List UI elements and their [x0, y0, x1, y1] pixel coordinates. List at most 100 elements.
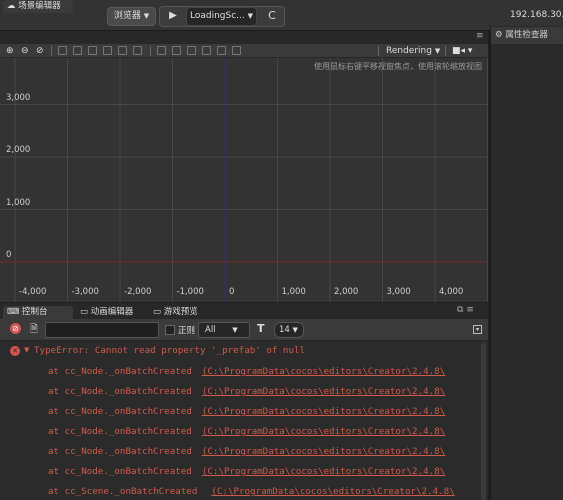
align-right-icon[interactable]	[133, 46, 142, 55]
distribute-right-icon[interactable]	[232, 46, 241, 55]
x-axis-tick-label: 0	[229, 287, 235, 297]
stack-link[interactable]: (C:\ProgramData\cocos\editors\Creator\2.…	[202, 446, 445, 457]
toolbar-divider	[150, 46, 151, 56]
log-level-select[interactable]: All ▼	[198, 322, 250, 338]
chevron-down-icon: ▼	[143, 12, 150, 20]
x-axis-tick-label: 4,000	[439, 287, 464, 297]
stack-link[interactable]: (C:\ProgramData\cocos\editors\Creator\2.…	[202, 426, 445, 437]
play-button[interactable]: ▶	[163, 7, 183, 26]
terminal-icon: ⌨	[7, 307, 20, 317]
stack-link[interactable]: (C:\ProgramData\cocos\editors\Creator\2.…	[202, 406, 445, 417]
scene-tab-bar	[0, 31, 488, 44]
tab-preview-label: 游戏预览	[163, 307, 198, 317]
y-axis-tick-label: 3,000	[6, 92, 31, 103]
zoom-out-icon[interactable]: ⊖	[21, 44, 29, 58]
error-icon: ✕	[10, 346, 20, 356]
tab-animation-label: 动画编辑器	[90, 307, 134, 317]
stack-frame: at cc_Node._onBatchCreated	[48, 466, 192, 477]
log-level-value: All	[205, 325, 216, 335]
distribute-vcenter-icon[interactable]	[172, 46, 181, 55]
y-axis-tick-label: 0	[6, 250, 12, 260]
tab-inspector[interactable]: ⚙ 属性检查器	[491, 27, 563, 44]
tab-console-label: 控制台	[21, 307, 48, 317]
tab-console[interactable]: ⌨ 控制台	[3, 306, 73, 319]
x-axis-tick-label: -4,000	[19, 287, 47, 297]
tab-game-preview[interactable]: ▭ 游戏预览	[149, 306, 213, 319]
chevron-down-icon: ▼	[434, 47, 441, 55]
inspector-panel	[490, 26, 563, 500]
font-size-value: 14	[279, 325, 290, 335]
align-bottom-icon[interactable]	[88, 46, 97, 55]
stack-link[interactable]: (C:\ProgramData\cocos\editors\Creator\2.…	[202, 466, 445, 477]
tab-animation-editor[interactable]: ▭ 动画编辑器	[76, 306, 146, 319]
x-axis-tick-label: 3,000	[386, 287, 411, 297]
chevron-down-icon: ▼	[292, 326, 298, 334]
browser-select-label: 浏览器	[113, 11, 141, 21]
stack-line: at cc_Node._onBatchCreated (C:\ProgramDat…	[48, 406, 445, 417]
stack-frame: at cc_Scene._onBatchCreated	[48, 486, 198, 497]
toolbar-divider	[445, 46, 446, 56]
regex-label: 正则	[178, 326, 196, 336]
stack-link[interactable]: (C:\ProgramData\cocos\editors\Creator\2.…	[202, 366, 445, 377]
toolbar-divider	[51, 46, 52, 56]
align-vcenter-icon[interactable]	[73, 46, 82, 55]
chevron-down-icon: ▼	[232, 326, 238, 334]
film-icon: ▭	[80, 307, 89, 317]
stack-frame: at cc_Node._onBatchCreated	[48, 446, 192, 457]
camera-icon[interactable]: ■◂ ▾	[452, 44, 472, 58]
stack-line: at cc_Node._onBatchCreated (C:\ProgramDat…	[48, 386, 445, 397]
stack-line: at cc_Node._onBatchCreated (C:\ProgramDat…	[48, 446, 445, 457]
open-log-file-icon[interactable]: 🗎	[30, 322, 38, 339]
zoom-in-icon[interactable]: ⊕	[6, 44, 14, 58]
align-top-icon[interactable]	[58, 46, 67, 55]
error-message[interactable]: TypeError: Cannot read property '_prefab…	[34, 345, 305, 356]
stack-frame: at cc_Node._onBatchCreated	[48, 366, 192, 377]
cloud-icon: ☁	[7, 1, 16, 11]
stack-frame: at cc_Node._onBatchCreated	[48, 406, 192, 417]
stack-frame: at cc_Node._onBatchCreated	[48, 426, 192, 437]
y-axis-tick-label: 2,000	[6, 145, 31, 155]
play-icon: ▶	[169, 10, 177, 21]
distribute-bottom-icon[interactable]	[187, 46, 196, 55]
clear-console-icon[interactable]: ⊘	[10, 323, 21, 334]
toolbar-divider	[378, 46, 379, 56]
font-size-select[interactable]: 14 ▼	[274, 322, 304, 338]
stack-frame: at cc_Node._onBatchCreated	[48, 386, 192, 397]
preview-scene-value: LoadingSc...	[189, 11, 245, 21]
tab-scene-editor[interactable]: ☁ 场景编辑器	[3, 0, 73, 13]
bottom-tab-bar	[0, 303, 488, 319]
stack-link[interactable]: (C:\ProgramData\cocos\editors\Creator\2.…	[211, 486, 454, 497]
tab-scene-editor-label: 场景编辑器	[18, 1, 61, 11]
stack-line: at cc_Node._onBatchCreated (C:\ProgramDat…	[48, 366, 445, 377]
regex-checkbox[interactable]	[165, 325, 175, 335]
align-left-icon[interactable]	[103, 46, 112, 55]
stack-link[interactable]: (C:\ProgramData\cocos\editors\Creator\2.…	[202, 386, 445, 397]
render-mode-value: Rendering	[386, 46, 432, 56]
refresh-icon: C	[268, 9, 276, 22]
expand-arrow-icon[interactable]: ▼	[24, 346, 29, 354]
browser-select[interactable]: 浏览器 ▼	[107, 7, 156, 26]
ip-address-label: 192.168.30.1(	[510, 10, 563, 20]
zoom-fit-icon[interactable]: ⊘	[36, 44, 44, 58]
render-mode-select[interactable]: Rendering ▼	[386, 44, 440, 58]
preview-scene-select[interactable]: LoadingSc... ▼	[186, 7, 257, 26]
stack-line: at cc_Node._onBatchCreated (C:\ProgramDat…	[48, 466, 445, 477]
x-axis-tick-label: -3,000	[71, 287, 99, 297]
panel-menu-icon[interactable]: ≡	[476, 31, 484, 41]
x-axis-tick-label: 1,000	[281, 287, 306, 297]
console-scrollbar[interactable]	[481, 343, 486, 500]
distribute-hcenter-icon[interactable]	[217, 46, 226, 55]
collapse-icon[interactable]: ▾	[473, 325, 482, 334]
stack-line: at cc_Scene._onBatchCreated (C:\ProgramDa…	[48, 486, 455, 497]
console-filter-input[interactable]	[45, 322, 159, 338]
refresh-button[interactable]: C	[262, 7, 282, 26]
editor-window: 浏览器 ▼ ▶ LoadingSc... ▼ C 192.168.30.1( ☁…	[0, 0, 563, 500]
distribute-top-icon[interactable]	[157, 46, 166, 55]
distribute-left-icon[interactable]	[202, 46, 211, 55]
preview-icon: ▭	[153, 307, 162, 317]
x-axis-tick-label: -2,000	[124, 287, 152, 297]
scene-viewport[interactable]: 使用鼠标右键平移视窗焦点，使用滚轮缩放视图 3,000 2,000 1,000 0 -…	[0, 58, 488, 302]
panel-window-icons[interactable]: ⧉ ≡	[457, 305, 474, 315]
viewport-hint: 使用鼠标右键平移视窗焦点，使用滚轮缩放视图	[314, 62, 482, 71]
align-hcenter-icon[interactable]	[118, 46, 127, 55]
